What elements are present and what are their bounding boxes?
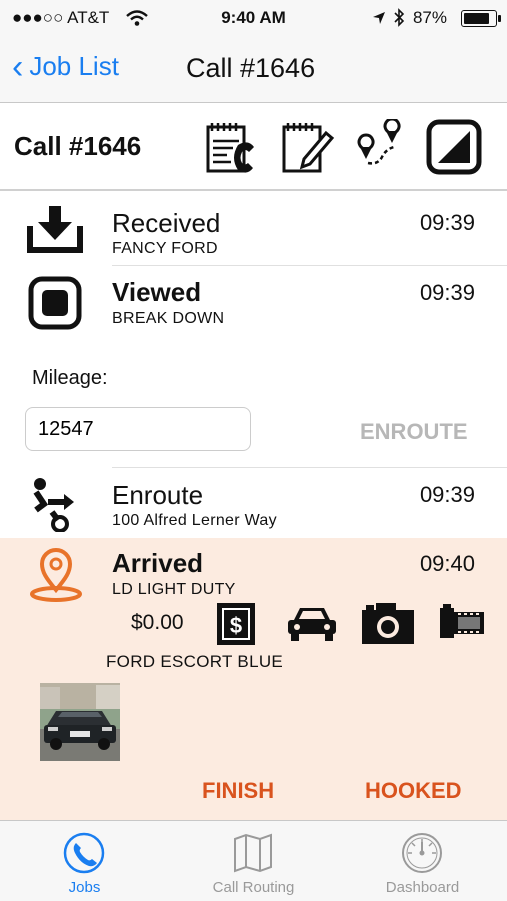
event-time: 09:39 <box>419 210 475 235</box>
event-row-received[interactable]: Received FANCY FORD 09:39 <box>0 190 507 266</box>
event-title: Viewed <box>112 277 202 307</box>
mileage-input[interactable] <box>25 407 251 451</box>
event-subtitle: 100 Alfred Lerner Way <box>112 512 277 529</box>
hooked-button[interactable]: HOOKED <box>365 778 462 804</box>
edit-note-icon[interactable] <box>280 119 336 175</box>
back-label: Job List <box>29 51 119 81</box>
event-time: 09:39 <box>419 482 475 507</box>
route-path-icon <box>33 478 74 532</box>
bluetooth-icon <box>394 8 405 27</box>
event-title: Arrived <box>112 548 204 578</box>
event-time: 09:40 <box>419 551 475 576</box>
vehicle-description: FORD ESCORT BLUE <box>106 652 284 671</box>
svg-text:$: $ <box>230 613 242 638</box>
arrived-panel: Arrived LD LIGHT DUTY 09:40 $0.00 $ FORD… <box>0 538 507 820</box>
finish-button[interactable]: FINISH <box>202 778 274 804</box>
tab-label: Call Routing <box>212 879 295 896</box>
charge-amount: $0.00 <box>131 611 184 634</box>
film-roll-icon[interactable] <box>438 604 486 642</box>
location-arrow-icon <box>373 12 385 24</box>
dollar-receipt-icon[interactable]: $ <box>216 602 256 646</box>
tab-call-routing[interactable]: Call Routing <box>169 821 338 901</box>
location-pin-icon <box>30 548 82 602</box>
battery-icon <box>461 10 501 27</box>
event-row-viewed[interactable]: Viewed BREAK DOWN 09:39 <box>0 266 507 340</box>
event-row-enroute[interactable]: Enroute 100 Alfred Lerner Way 09:39 <box>0 468 507 538</box>
event-title: Enroute <box>112 480 204 510</box>
event-subtitle: LD LIGHT DUTY <box>112 581 236 598</box>
tab-label: Jobs <box>68 879 101 896</box>
tab-jobs[interactable]: Jobs <box>0 821 169 901</box>
page-title: Call #1646 <box>186 53 316 83</box>
call-toolbar: Call #1646 <box>0 103 507 191</box>
event-subtitle: BREAK DOWN <box>112 310 225 327</box>
gauge-icon <box>402 833 442 873</box>
stop-square-icon <box>28 276 82 330</box>
contrast-square-icon[interactable] <box>426 119 482 175</box>
call-title: Call #1646 <box>14 131 142 161</box>
tab-bar: Jobs Call Routing Dashboard <box>0 820 507 901</box>
map-icon <box>234 833 272 873</box>
navigation-bar: ‹ Job List Call #1646 <box>0 36 507 103</box>
route-pins-icon[interactable] <box>352 119 408 175</box>
tab-label: Dashboard <box>385 879 460 896</box>
back-button[interactable]: ‹ Job List <box>12 47 119 86</box>
download-tray-icon <box>27 206 83 253</box>
tab-dashboard[interactable]: Dashboard <box>338 821 507 901</box>
vehicle-photo-thumbnail[interactable] <box>40 683 120 761</box>
status-bar: ●●●○○ AT&T 9:40 AM 87% <box>0 0 507 36</box>
battery-percent: 87% <box>412 8 447 27</box>
event-time: 09:39 <box>419 280 475 305</box>
phone-circle-icon <box>63 832 105 874</box>
car-icon[interactable] <box>286 604 338 644</box>
notes-phone-icon[interactable] <box>204 119 260 175</box>
enroute-button[interactable]: ENROUTE <box>360 419 468 445</box>
event-title: Received <box>112 208 221 238</box>
mileage-label: Mileage: <box>32 367 108 389</box>
event-subtitle: FANCY FORD <box>112 240 218 257</box>
camera-icon[interactable] <box>360 600 416 646</box>
chevron-left-icon: ‹ <box>12 47 24 86</box>
